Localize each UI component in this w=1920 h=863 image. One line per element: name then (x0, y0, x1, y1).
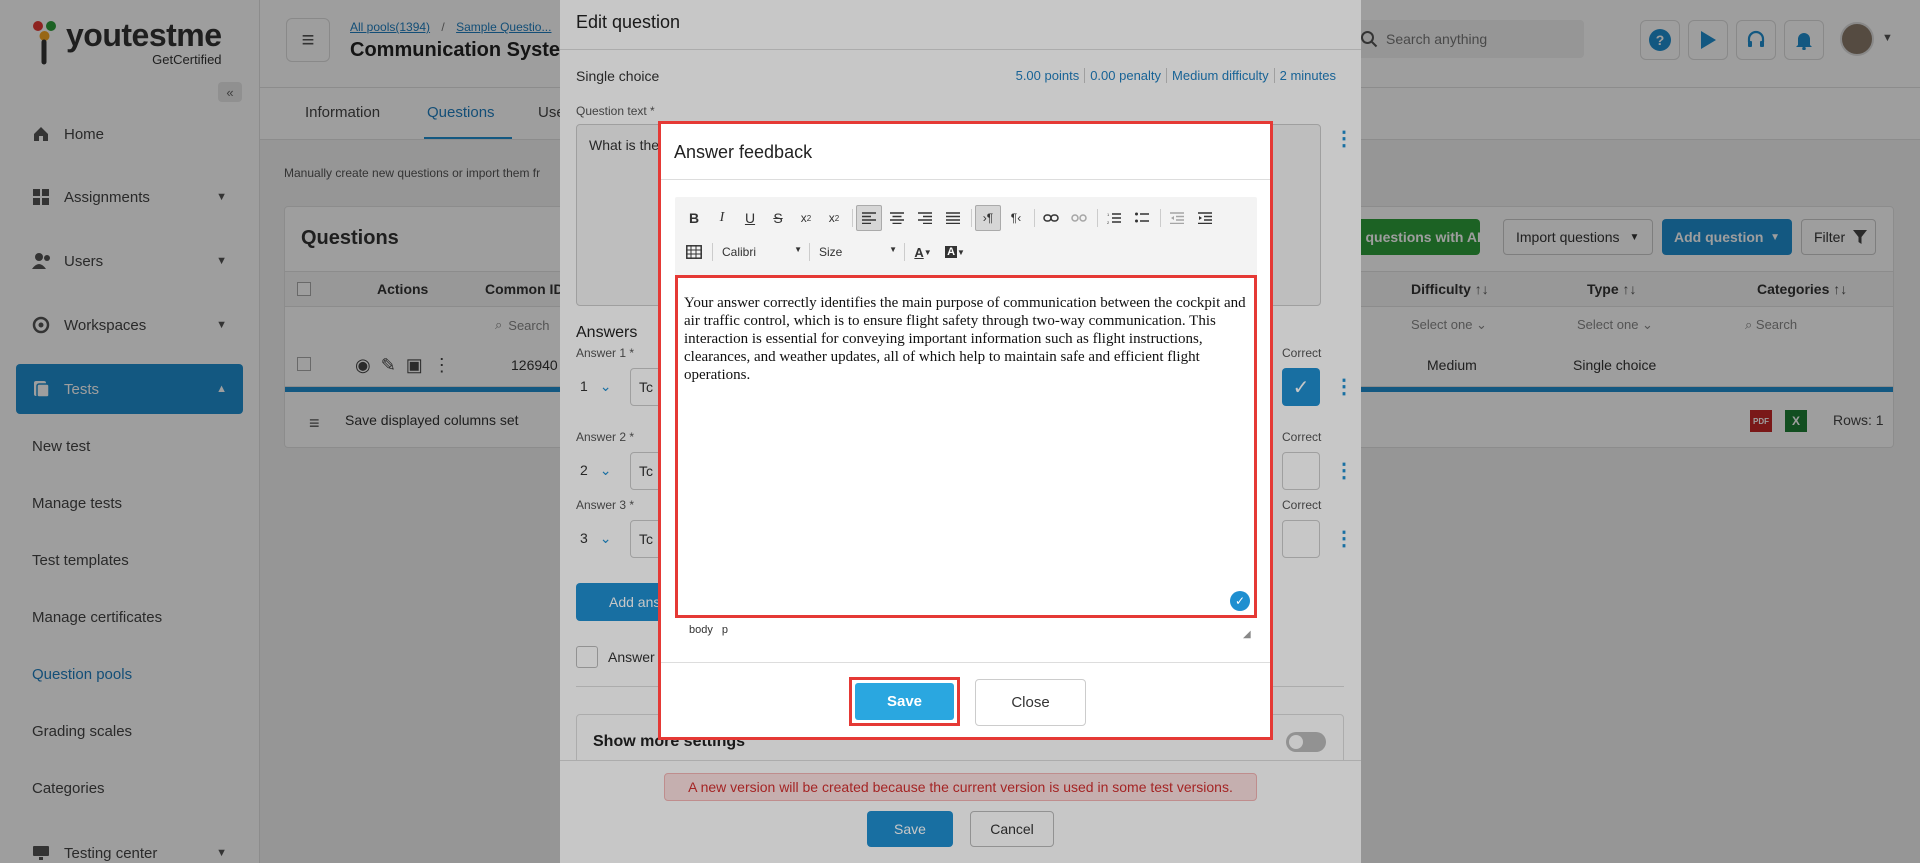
ltr-direction-icon[interactable]: ›¶ (975, 205, 1001, 231)
feedback-dialog-title: Answer feedback (674, 142, 813, 162)
subscript-icon[interactable]: x2 (793, 205, 819, 231)
toolbar-separator (1034, 209, 1035, 227)
toolbar-separator (712, 243, 713, 261)
toolbar-separator (809, 243, 810, 261)
table-icon[interactable] (681, 239, 707, 265)
spellcheck-icon[interactable]: ✓ (1230, 591, 1250, 611)
underline-icon[interactable]: U (737, 205, 763, 231)
bullet-list-icon[interactable] (1129, 205, 1155, 231)
bold-icon[interactable]: B (681, 205, 707, 231)
background-color-icon[interactable]: A ▼ (940, 239, 970, 265)
close-button[interactable]: Close (975, 679, 1086, 726)
numbered-list-icon[interactable]: 12 (1101, 205, 1127, 231)
align-left-icon[interactable] (856, 205, 882, 231)
unlink-icon[interactable] (1066, 205, 1092, 231)
element-path: body p (689, 624, 728, 636)
align-justify-icon[interactable] (940, 205, 966, 231)
text-color-icon[interactable]: A ▼ (908, 239, 938, 265)
toolbar-separator (971, 209, 972, 227)
indent-icon[interactable] (1192, 205, 1218, 231)
rtl-direction-icon[interactable]: ¶‹ (1003, 205, 1029, 231)
svg-text:2: 2 (1107, 220, 1110, 224)
toolbar-separator (1097, 209, 1098, 227)
answer-feedback-dialog: Answer feedback B I U S x2 x2 ›¶ ¶‹ 12 C… (658, 121, 1273, 740)
font-family-select[interactable]: Calibri ▼ (716, 245, 806, 259)
resize-handle-icon[interactable]: ◢ (1243, 629, 1251, 640)
align-center-icon[interactable] (884, 205, 910, 231)
toolbar-separator (852, 209, 853, 227)
link-icon[interactable] (1038, 205, 1064, 231)
toolbar-separator (904, 243, 905, 261)
divider (661, 179, 1270, 180)
path-p[interactable]: p (722, 624, 728, 636)
strikethrough-icon[interactable]: S (765, 205, 791, 231)
toolbar-separator (1160, 209, 1161, 227)
superscript-icon[interactable]: x2 (821, 205, 847, 231)
italic-icon[interactable]: I (709, 205, 735, 231)
path-body[interactable]: body (689, 624, 713, 636)
save-feedback-button[interactable]: Save (855, 683, 954, 720)
editor-toolbar-row-2: Calibri ▼ Size ▼ A ▼ A ▼ (681, 239, 972, 265)
align-right-icon[interactable] (912, 205, 938, 231)
save-highlight: Save (849, 677, 960, 726)
divider (661, 662, 1270, 663)
feedback-text-area[interactable]: Your answer correctly identifies the mai… (675, 275, 1257, 618)
editor-toolbar-row-1: B I U S x2 x2 ›¶ ¶‹ 12 (681, 205, 1220, 231)
font-size-select[interactable]: Size ▼ (813, 245, 901, 259)
svg-text:1: 1 (1107, 212, 1110, 217)
font-size-value: Size (819, 245, 843, 259)
outdent-icon[interactable] (1164, 205, 1190, 231)
feedback-paragraph: Your answer correctly identifies the mai… (684, 295, 1246, 383)
font-family-value: Calibri (722, 245, 757, 259)
